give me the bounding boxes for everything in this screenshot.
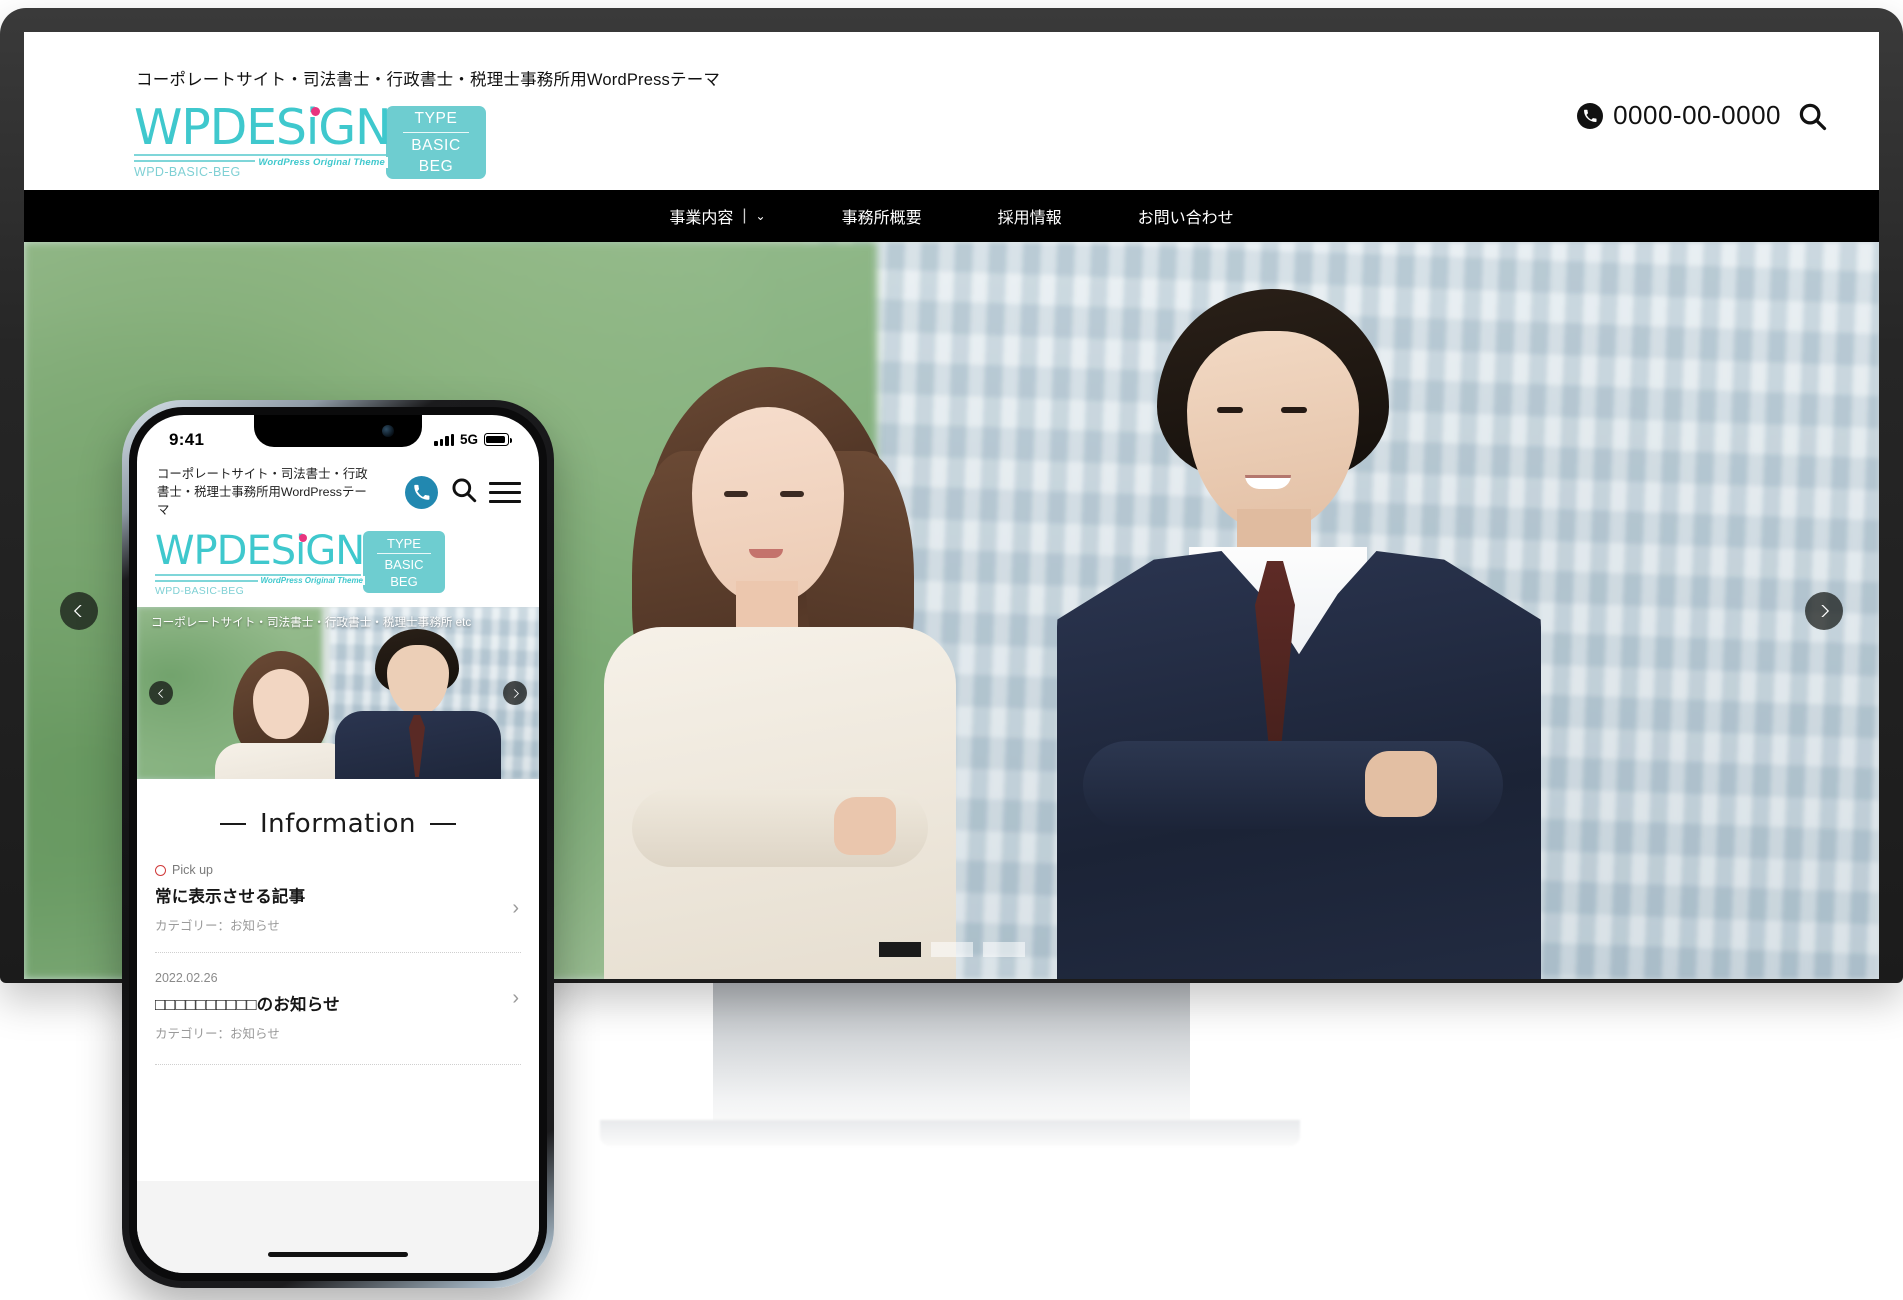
nav-item-contact[interactable]: お問い合わせ: [1100, 204, 1272, 228]
mobile-logo-word-part-b: GN: [305, 528, 365, 574]
information-heading-label: Information: [259, 809, 416, 839]
phone-status-bar: 9:41 5G: [137, 415, 539, 455]
list-item-category: カテゴリー：お知らせ: [155, 919, 280, 933]
logo-word-part-b: GN: [318, 99, 391, 156]
header-phone[interactable]: 0000-00-0000: [1577, 100, 1781, 131]
list-item-badge: Pick up: [172, 863, 213, 877]
nav-item-services[interactable]: 事業内容 | ⌄: [631, 204, 803, 228]
mobile-badge-basic-label: BASIC: [384, 556, 424, 572]
hamburger-menu-icon[interactable]: [489, 481, 521, 503]
phone-bezel: 9:41 5G コーポレートサイト・司法書士・行政書士・税理士事務所用WordP…: [129, 407, 547, 1281]
mobile-site-logo[interactable]: WPDESiGN WordPress Original Theme WPD-BA…: [137, 527, 539, 607]
mobile-site-title: コーポレートサイト・司法書士・行政書士・税理士事務所用WordPressテーマ: [157, 467, 368, 517]
home-indicator[interactable]: [268, 1252, 408, 1257]
nav-item-contact-label: お問い合わせ: [1137, 210, 1234, 227]
chevron-right-icon: ›: [512, 897, 519, 919]
hero-slide-indicator-3[interactable]: [982, 942, 1025, 957]
monitor-stand-neck: [713, 983, 1190, 1128]
hero-slide-indicator-2[interactable]: [930, 942, 973, 957]
site-logo[interactable]: WPDESiGN WordPress Original Theme WPD-BA…: [134, 103, 486, 179]
screenshot-root: コーポレートサイト・司法書士・行政書士・税理士事務所用WordPressテーマ …: [0, 0, 1903, 1300]
badge-type-label: TYPE: [414, 110, 458, 127]
nav-separator: |: [742, 207, 747, 224]
mobile-badge-beg-label: BEG: [390, 573, 418, 589]
mobile-theme-type-badge: TYPE BASIC BEG: [363, 531, 445, 593]
pickup-circle-icon: [155, 864, 166, 876]
header-utilities: 0000-00-0000: [1577, 100, 1827, 131]
badge-divider: [403, 132, 469, 133]
badge-beg-label: BEG: [418, 158, 454, 175]
list-item-title: □□□□□□□□□□のお知らせ: [155, 996, 340, 1014]
search-icon[interactable]: [1797, 101, 1827, 131]
phone-icon[interactable]: [405, 475, 438, 509]
mobile-logo-code: WPD-BASIC-BEG: [155, 585, 245, 597]
chevron-right-icon: ›: [512, 987, 519, 1009]
phone-number: 0000-00-0000: [1613, 100, 1781, 130]
heading-dash-right: [430, 823, 456, 825]
nav-item-recruit[interactable]: 採用情報: [960, 204, 1100, 228]
status-indicators: 5G: [434, 432, 512, 447]
main-navigation: 事業内容 | ⌄ 事務所概要 採用情報 お問い合わせ: [24, 190, 1879, 242]
search-icon[interactable]: [450, 476, 477, 508]
hero-slide-indicators: [878, 942, 1025, 957]
information-section-heading: Information: [137, 779, 539, 863]
mobile-badge-type-label: TYPE: [387, 535, 421, 551]
logo-subtitle: WordPress Original Theme: [255, 157, 388, 168]
list-item-meta: 2022.02.26: [155, 971, 521, 985]
chevron-down-icon[interactable]: ⌄: [756, 209, 766, 223]
mobile-site-header: コーポレートサイト・司法書士・行政書士・税理士事務所用WordPressテーマ: [137, 455, 539, 527]
chevron-left-icon: [73, 604, 82, 617]
hero-prev-button[interactable]: [60, 591, 98, 630]
heading-dash-left: [219, 823, 246, 825]
site-tagline: コーポレートサイト・司法書士・行政書士・税理士事務所用WordPressテーマ: [136, 71, 721, 89]
phone-screen: 9:41 5G コーポレートサイト・司法書士・行政書士・税理士事務所用WordP…: [137, 415, 539, 1273]
phone-icon: [1577, 102, 1604, 129]
phone-mockup: 9:41 5G コーポレートサイト・司法書士・行政書士・税理士事務所用WordP…: [122, 400, 554, 1288]
list-item-title: 常に表示させる記事: [155, 888, 306, 906]
site-header: コーポレートサイト・司法書士・行政書士・税理士事務所用WordPressテーマ …: [24, 32, 1879, 190]
logo-word-part-a: WPDES: [134, 99, 307, 156]
mobile-logo-subtitle: WordPress Original Theme: [258, 576, 365, 585]
list-item-date: 2022.02.26: [155, 971, 218, 985]
mobile-badge-divider: [377, 552, 431, 554]
logo-wordmark: WPDESiGN: [134, 103, 392, 152]
mobile-hero-caption: コーポレートサイト・司法書士・行政書士・税理士事務所 etc: [151, 616, 472, 629]
hero-photo-person-man: [1039, 289, 1559, 979]
logo-mark: WPDESiGN WordPress Original Theme WPD-BA…: [134, 103, 392, 179]
chevron-right-icon: [1821, 604, 1830, 617]
nav-item-about-label: 事務所概要: [841, 210, 922, 227]
monitor-stand-base: [600, 1120, 1300, 1146]
mobile-hero-person-man: [333, 629, 503, 779]
badge-basic-label: BASIC: [411, 137, 461, 154]
list-item[interactable]: Pick up 常に表示させる記事 カテゴリー：お知らせ ›: [155, 863, 521, 952]
hero-slide-indicator-1[interactable]: [878, 942, 921, 957]
list-bottom-divider: [155, 1064, 521, 1065]
mobile-header-icons: [405, 475, 521, 509]
nav-item-about[interactable]: 事務所概要: [804, 204, 960, 228]
mobile-logo-mark: WPDESiGN WordPress Original Theme WPD-BA…: [155, 531, 367, 597]
mobile-hero-slider: コーポレートサイト・司法書士・行政書士・税理士事務所 etc: [137, 607, 539, 779]
mobile-logo-word-part-a: WPDES: [155, 528, 296, 574]
hero-next-button[interactable]: [1805, 591, 1843, 630]
chevron-left-icon: [157, 688, 163, 698]
information-list: Pick up 常に表示させる記事 カテゴリー：お知らせ › 2022.02.2…: [137, 863, 539, 1065]
phone-home-area: [137, 1181, 539, 1273]
theme-type-badge: TYPE BASIC BEG: [386, 106, 486, 179]
mobile-logo-wordmark: WPDESiGN: [155, 531, 367, 571]
logo-word-part-i: i: [305, 99, 320, 156]
nav-item-recruit-label: 採用情報: [997, 210, 1062, 227]
network-label: 5G: [459, 432, 478, 447]
list-item-category: カテゴリー：お知らせ: [155, 1027, 280, 1041]
mobile-hero-prev-button[interactable]: [149, 681, 173, 705]
battery-icon: [484, 433, 512, 446]
list-item-meta: Pick up: [155, 863, 521, 877]
signal-bars-icon: [434, 433, 454, 446]
chevron-right-icon: [513, 688, 519, 698]
nav-item-services-label: 事業内容: [669, 210, 734, 227]
mobile-hero-next-button[interactable]: [503, 681, 527, 705]
status-time: 9:41: [169, 429, 205, 449]
list-item[interactable]: 2022.02.26 □□□□□□□□□□のお知らせ カテゴリー：お知らせ ›: [155, 952, 521, 1060]
mobile-logo-word-part-i: i: [295, 528, 306, 574]
hero-photo-person-woman: [584, 359, 1004, 979]
